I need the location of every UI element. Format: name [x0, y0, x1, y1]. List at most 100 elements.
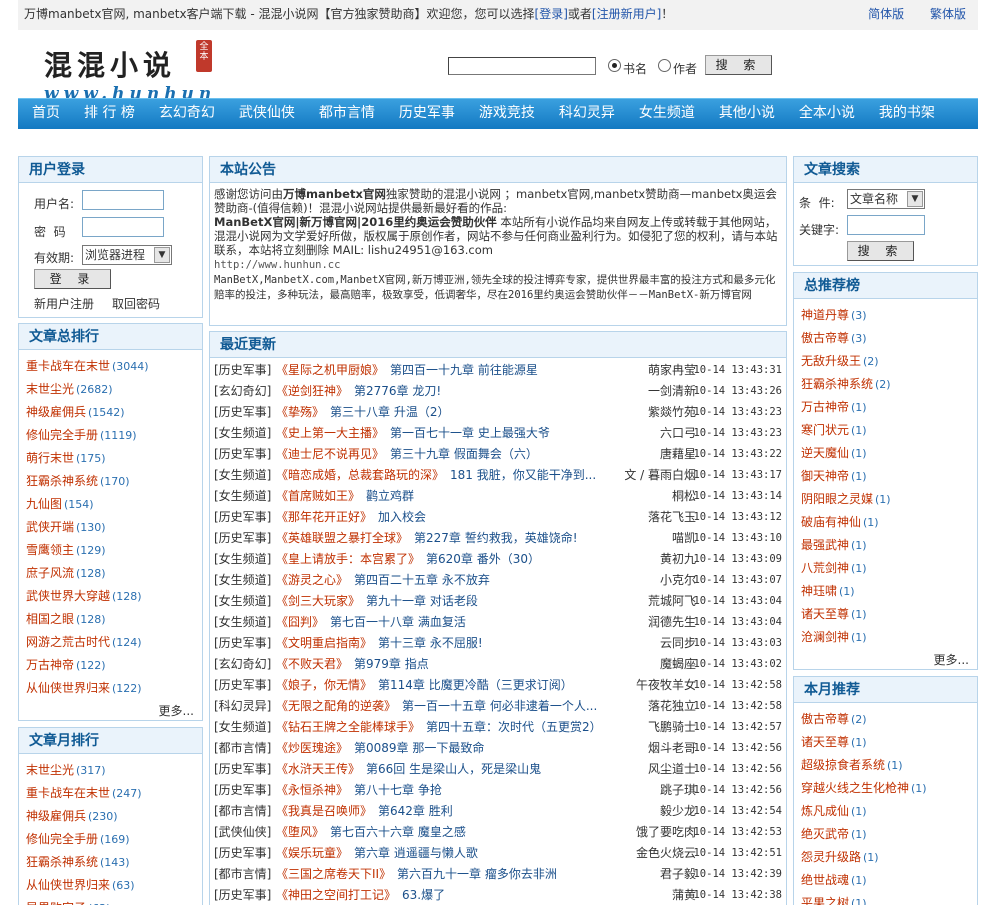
- update-author[interactable]: 云同步: [660, 633, 696, 654]
- update-category[interactable]: [科幻灵异]: [214, 696, 271, 717]
- update-author[interactable]: 跳子琪: [660, 780, 696, 801]
- keyword-field[interactable]: [847, 215, 925, 235]
- password-field[interactable]: [82, 217, 164, 237]
- total-rec-item[interactable]: 傲古帝尊 (3): [794, 327, 977, 350]
- month-rank-item[interactable]: 末世尘光 (317): [19, 759, 202, 782]
- site-logo[interactable]: 混混小说 全本 www.hunhun.cc: [44, 40, 214, 98]
- update-author[interactable]: 饿了要吃肉: [636, 822, 696, 843]
- month-rec-item-name[interactable]: 超级掠食者系统: [801, 758, 885, 772]
- total-rec-item[interactable]: 神珏啸 (1): [794, 580, 977, 603]
- month-rank-item-name[interactable]: 末世尘光: [26, 763, 74, 777]
- update-author[interactable]: 桐松: [672, 486, 696, 507]
- total-rec-item-name[interactable]: 狂霸杀神系统: [801, 377, 873, 391]
- update-author[interactable]: 文 / 暮雨白烟: [624, 465, 696, 486]
- update-chapter[interactable]: 第十三章 永不屈服!: [378, 633, 483, 654]
- month-rec-item[interactable]: 超级掠食者系统 (1): [794, 754, 977, 777]
- update-chapter[interactable]: 加入校会: [378, 507, 426, 528]
- total-rank-item-name[interactable]: 九仙图: [26, 497, 62, 511]
- expire-select[interactable]: 浏览器进程 ▼: [82, 245, 172, 265]
- total-rank-item[interactable]: 万古神帝 (122): [19, 654, 202, 677]
- update-chapter[interactable]: 第四十五章：次时代（五更赏2）: [426, 717, 602, 738]
- total-rec-item[interactable]: 八荒剑神 (1): [794, 557, 977, 580]
- month-rec-item[interactable]: 平果之树 (1): [794, 892, 977, 905]
- update-title[interactable]: 《皇上请放手：本宫累了》: [276, 549, 420, 570]
- total-rec-item-name[interactable]: 破庙有神仙: [801, 515, 861, 529]
- total-rec-item-name[interactable]: 诸天至尊: [801, 607, 849, 621]
- total-rec-item-name[interactable]: 逆天魔仙: [801, 446, 849, 460]
- month-rec-item[interactable]: 绝世战魂 (1): [794, 869, 977, 892]
- update-category[interactable]: [女生频道]: [214, 612, 271, 633]
- nav-item-10[interactable]: 全本小说: [791, 99, 863, 128]
- month-rec-item[interactable]: 傲古帝尊 (2): [794, 708, 977, 731]
- update-title[interactable]: 《娘子，你无情》: [276, 675, 372, 696]
- total-rank-item[interactable]: 九仙图 (154): [19, 493, 202, 516]
- total-rec-item[interactable]: 万古神帝 (1): [794, 396, 977, 419]
- nav-item-7[interactable]: 科幻灵异: [551, 99, 623, 128]
- month-rank-item[interactable]: 从仙侠世界归来 (63): [19, 874, 202, 897]
- update-title[interactable]: 《三国之席卷天下II》: [276, 864, 391, 885]
- search-button[interactable]: 搜 索: [705, 55, 772, 75]
- month-rec-item[interactable]: 绝灭武帝 (1): [794, 823, 977, 846]
- month-rank-item-name[interactable]: 狂霸杀神系统: [26, 855, 98, 869]
- total-rank-item-name[interactable]: 庶子风流: [26, 566, 74, 580]
- month-rank-item[interactable]: 修仙完全手册 (169): [19, 828, 202, 851]
- month-rec-item[interactable]: 诸天至尊 (1): [794, 731, 977, 754]
- update-title[interactable]: 《堕风》: [276, 822, 324, 843]
- total-rank-item-name[interactable]: 修仙完全手册: [26, 428, 98, 442]
- update-author[interactable]: 蒲黄: [672, 885, 696, 905]
- update-author[interactable]: 落花飞玉: [648, 507, 696, 528]
- update-chapter[interactable]: 鹳立鸡群: [366, 486, 414, 507]
- month-rank-item[interactable]: 狂霸杀神系统 (143): [19, 851, 202, 874]
- nav-item-11[interactable]: 我的书架: [871, 99, 943, 128]
- update-category[interactable]: [玄幻奇幻]: [214, 381, 271, 402]
- update-author[interactable]: 荒城阿飞: [648, 591, 696, 612]
- total-rank-item[interactable]: 庶子风流 (128): [19, 562, 202, 585]
- simplified-link[interactable]: 简体版: [868, 7, 904, 21]
- total-rank-item-name[interactable]: 万古神帝: [26, 658, 74, 672]
- update-category[interactable]: [历史军事]: [214, 780, 271, 801]
- update-chapter[interactable]: 第114章 比魔更冷酷（三更求订阅）: [378, 675, 573, 696]
- nav-item-8[interactable]: 女生频道: [631, 99, 703, 128]
- update-title[interactable]: 《文明重启指南》: [276, 633, 372, 654]
- update-category[interactable]: [女生频道]: [214, 570, 271, 591]
- radio-author[interactable]: [658, 59, 671, 72]
- update-category[interactable]: [女生频道]: [214, 549, 271, 570]
- update-title[interactable]: 《永恒杀神》: [276, 780, 348, 801]
- login-link[interactable]: [登录]: [535, 7, 568, 21]
- update-author[interactable]: 飞鹏骑士: [648, 717, 696, 738]
- nav-item-2[interactable]: 玄幻奇幻: [151, 99, 223, 128]
- update-author[interactable]: 金色火烧云: [636, 843, 696, 864]
- update-author[interactable]: 毅少龙: [660, 801, 696, 822]
- update-chapter[interactable]: 第七百六十六章 魔皇之感: [330, 822, 466, 843]
- update-author[interactable]: 紫燚竹苑: [648, 402, 696, 423]
- update-category[interactable]: [都市言情]: [214, 738, 271, 759]
- update-category[interactable]: [女生频道]: [214, 465, 271, 486]
- total-rank-item-name[interactable]: 狂霸杀神系统: [26, 474, 98, 488]
- update-chapter[interactable]: 63.爆了: [402, 885, 445, 905]
- total-rank-item[interactable]: 武侠开端 (130): [19, 516, 202, 539]
- update-author[interactable]: 黄初九: [660, 549, 696, 570]
- month-rec-item-name[interactable]: 绝世战魂: [801, 873, 849, 887]
- nav-item-1[interactable]: 排 行 榜: [76, 99, 143, 128]
- update-author[interactable]: 润德先生: [648, 612, 696, 633]
- month-rank-item-name[interactable]: 异界败家子: [26, 901, 86, 905]
- total-rec-item-name[interactable]: 最强武神: [801, 538, 849, 552]
- total-rank-item[interactable]: 从仙侠世界归来 (122): [19, 677, 202, 700]
- total-rank-item-name[interactable]: 末世尘光: [26, 382, 74, 396]
- update-chapter[interactable]: 第一百一十五章 何必非逮着一个人...: [402, 696, 597, 717]
- total-rank-item-name[interactable]: 相国之眼: [26, 612, 74, 626]
- update-chapter[interactable]: 第四百一十九章 前往能源星: [390, 360, 538, 381]
- total-rank-item[interactable]: 重卡战车在末世 (3044): [19, 355, 202, 378]
- update-category[interactable]: [都市言情]: [214, 864, 271, 885]
- update-chapter[interactable]: 第九十一章 对话老段: [366, 591, 478, 612]
- condition-select[interactable]: 文章名称 ▼: [847, 189, 925, 209]
- total-rec-more[interactable]: 更多...: [934, 651, 969, 668]
- total-rec-item-name[interactable]: 御天神帝: [801, 469, 849, 483]
- update-author[interactable]: 一剑清新: [648, 381, 696, 402]
- update-category[interactable]: [女生频道]: [214, 423, 271, 444]
- total-rec-item[interactable]: 寒门状元 (1): [794, 419, 977, 442]
- total-rank-item-name[interactable]: 萌行末世: [26, 451, 74, 465]
- update-author[interactable]: 魔蝎座: [660, 654, 696, 675]
- month-rank-item-name[interactable]: 从仙侠世界归来: [26, 878, 110, 892]
- update-title[interactable]: 《无限之配角的逆袭》: [276, 696, 396, 717]
